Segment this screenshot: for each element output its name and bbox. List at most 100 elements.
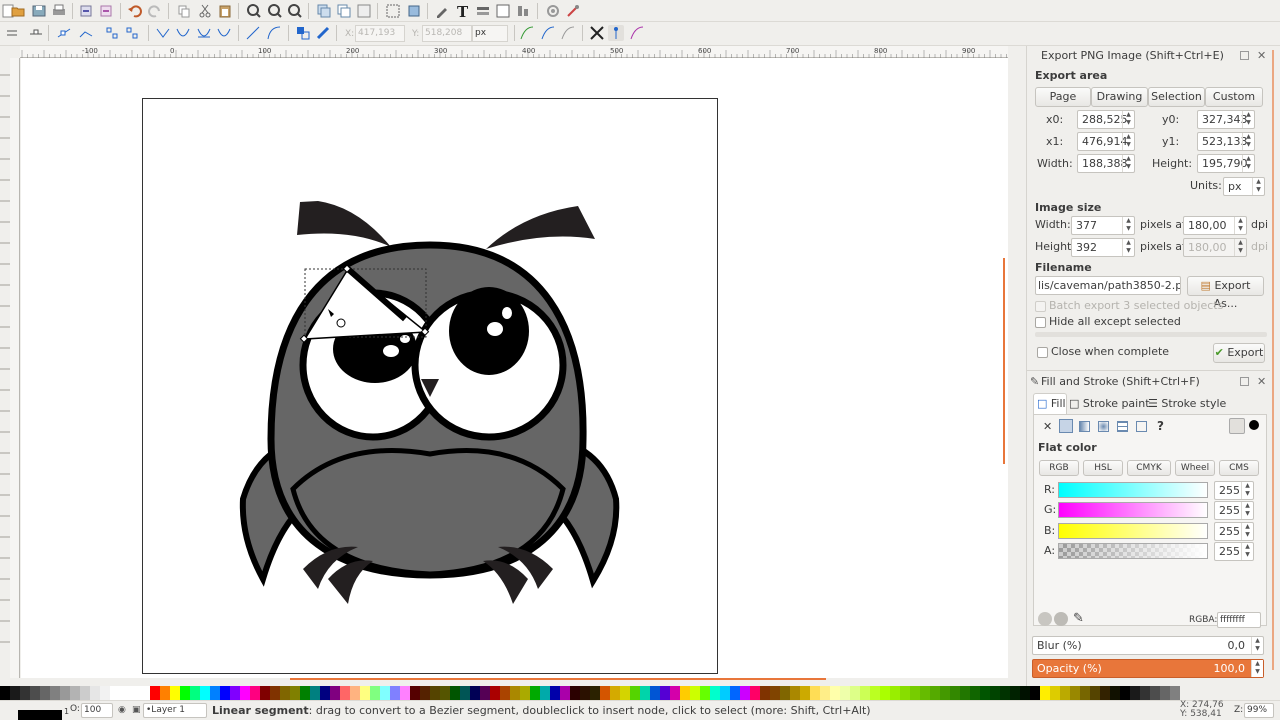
- palette-swatch[interactable]: [110, 686, 120, 700]
- palette-swatch[interactable]: [520, 686, 530, 700]
- fill-stroke-icon[interactable]: [434, 3, 450, 19]
- segment-line-icon[interactable]: [245, 25, 261, 41]
- palette-swatch[interactable]: [510, 686, 520, 700]
- node-auto-icon[interactable]: [216, 25, 232, 41]
- palette-swatch[interactable]: [740, 686, 750, 700]
- palette-swatch[interactable]: [250, 686, 260, 700]
- export-icon[interactable]: [98, 3, 114, 19]
- close-icon[interactable]: ✕: [1257, 49, 1266, 62]
- palette-swatch[interactable]: [140, 686, 150, 700]
- palette-swatch[interactable]: [1040, 686, 1050, 700]
- insert-node-icon[interactable]: [28, 25, 44, 41]
- paste-icon[interactable]: [217, 3, 233, 19]
- palette-swatch[interactable]: [1130, 686, 1140, 700]
- palette-swatch[interactable]: [620, 686, 630, 700]
- palette-swatch[interactable]: [840, 686, 850, 700]
- palette-swatch[interactable]: [1030, 686, 1040, 700]
- opacity-status-input[interactable]: 100: [81, 703, 113, 718]
- lock-icon[interactable]: ▣: [132, 705, 141, 715]
- layer-select[interactable]: •Layer 1: [143, 703, 207, 718]
- palette-swatch[interactable]: [330, 686, 340, 700]
- fill-indicator-swatch[interactable]: [18, 710, 62, 720]
- join-segment-icon[interactable]: [124, 25, 140, 41]
- palette-swatch[interactable]: [1160, 686, 1170, 700]
- no-paint-icon[interactable]: ✕: [1043, 420, 1052, 433]
- palette-swatch[interactable]: [450, 686, 460, 700]
- palette-swatch[interactable]: [240, 686, 250, 700]
- area-height-input[interactable]: 195,790 ▲ ▼: [1197, 154, 1255, 173]
- g-slider[interactable]: [1058, 502, 1208, 518]
- palette-swatch[interactable]: [660, 686, 670, 700]
- palette-swatch[interactable]: [640, 686, 650, 700]
- palette-swatch[interactable]: [50, 686, 60, 700]
- tab-stroke-style[interactable]: ☰ Stroke style: [1148, 394, 1226, 414]
- palette-swatch[interactable]: [10, 686, 20, 700]
- palette-swatch[interactable]: [800, 686, 810, 700]
- edit-mask-icon[interactable]: [560, 25, 576, 41]
- drawing-button[interactable]: Drawing: [1091, 87, 1148, 107]
- close-when-complete-checkbox[interactable]: [1037, 347, 1048, 358]
- palette-swatch[interactable]: [1060, 686, 1070, 700]
- palette-swatch[interactable]: [1100, 686, 1110, 700]
- align-distribute-icon[interactable]: [515, 3, 531, 19]
- palette-swatch[interactable]: [470, 686, 480, 700]
- image-height-input[interactable]: 392 ▲ ▼: [1071, 238, 1135, 257]
- palette-swatch[interactable]: [410, 686, 420, 700]
- y0-input[interactable]: 327,343 ▲ ▼: [1197, 110, 1255, 129]
- palette-swatch[interactable]: [120, 686, 130, 700]
- document-page[interactable]: [142, 98, 718, 674]
- palette-swatch[interactable]: [650, 686, 660, 700]
- palette-swatch[interactable]: [930, 686, 940, 700]
- opacity-slider[interactable]: Opacity (%) 100,0 ▲ ▼: [1032, 659, 1264, 678]
- g-input[interactable]: 255 ▲ ▼: [1214, 501, 1254, 520]
- open-folder-icon[interactable]: [10, 3, 26, 19]
- undo-icon[interactable]: [127, 3, 143, 19]
- palette-swatch[interactable]: [30, 686, 40, 700]
- custom-button[interactable]: Custom: [1205, 87, 1263, 107]
- palette-swatch[interactable]: [820, 686, 830, 700]
- palette-swatch[interactable]: [350, 686, 360, 700]
- palette-swatch[interactable]: [630, 686, 640, 700]
- palette-swatch[interactable]: [1150, 686, 1160, 700]
- group-icon[interactable]: [385, 3, 401, 19]
- palette-swatch[interactable]: [1000, 686, 1010, 700]
- palette-swatch[interactable]: [430, 686, 440, 700]
- palette-swatch[interactable]: [1080, 686, 1090, 700]
- rgb-mode-button[interactable]: RGB: [1039, 460, 1079, 476]
- palette-swatch[interactable]: [70, 686, 80, 700]
- fill-rule-nonzero-icon[interactable]: [1249, 420, 1259, 430]
- r-slider[interactable]: [1058, 482, 1208, 498]
- a-slider[interactable]: [1058, 543, 1208, 559]
- break-path-icon[interactable]: [104, 25, 120, 41]
- palette-swatch[interactable]: [1010, 686, 1020, 700]
- node-symmetric-icon[interactable]: [196, 25, 212, 41]
- unit-select[interactable]: px: [472, 25, 508, 42]
- palette-swatch[interactable]: [270, 686, 280, 700]
- b-input[interactable]: 255 ▲ ▼: [1214, 522, 1254, 541]
- y1-input[interactable]: 523,133 ▲ ▼: [1197, 132, 1255, 151]
- mesh-icon[interactable]: [1117, 421, 1128, 432]
- preferences-icon[interactable]: [545, 3, 561, 19]
- node-cusp-icon[interactable]: [155, 25, 171, 41]
- palette-swatch[interactable]: [860, 686, 870, 700]
- palette-swatch[interactable]: [790, 686, 800, 700]
- palette-swatch[interactable]: [680, 686, 690, 700]
- export-as-button[interactable]: ▤ Export As...: [1187, 276, 1264, 310]
- b-slider[interactable]: [1058, 523, 1208, 539]
- palette-swatch[interactable]: [920, 686, 930, 700]
- stroke-to-path-icon[interactable]: [315, 25, 331, 41]
- palette-swatch[interactable]: [360, 686, 370, 700]
- palette-swatch[interactable]: [950, 686, 960, 700]
- palette-swatch[interactable]: [980, 686, 990, 700]
- import-icon[interactable]: [78, 3, 94, 19]
- palette-swatch[interactable]: [260, 686, 270, 700]
- tool-buttons-strip[interactable]: [0, 60, 10, 660]
- palette-swatch[interactable]: [810, 686, 820, 700]
- palette-swatch[interactable]: [380, 686, 390, 700]
- units-select[interactable]: px ▲ ▼: [1223, 177, 1265, 196]
- palette-swatch[interactable]: [1140, 686, 1150, 700]
- palette-swatch[interactable]: [870, 686, 880, 700]
- palette-swatch[interactable]: [780, 686, 790, 700]
- palette-swatch[interactable]: [290, 686, 300, 700]
- text-font-icon[interactable]: T: [455, 3, 471, 21]
